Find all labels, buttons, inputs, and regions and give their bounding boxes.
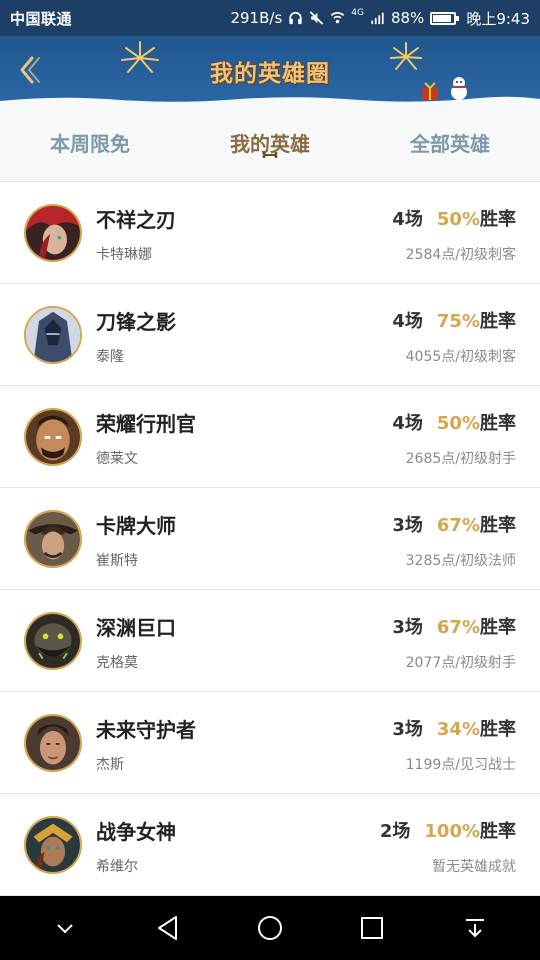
hero-rank: 暂无英雄成就 bbox=[432, 859, 516, 875]
hero-champion-name: 杰斯 bbox=[96, 757, 124, 773]
win-rate-value: 75% bbox=[436, 311, 480, 332]
hero-list: 不祥之刃 卡特琳娜 4场 50%胜率 2584点/初级刺客 刀锋之影 泰隆 4场 7… bbox=[0, 182, 540, 896]
win-rate-label: 胜率 bbox=[480, 821, 516, 842]
avatar bbox=[24, 306, 82, 364]
hero-champion-name: 泰隆 bbox=[96, 349, 124, 365]
status-bar: 中国联通 291B/s 4G 88% 晚上9:43 bbox=[0, 0, 540, 36]
tab-weekly-free[interactable]: 本周限免 bbox=[0, 104, 180, 181]
headphones-icon bbox=[289, 11, 302, 25]
network-type: 4G bbox=[351, 8, 364, 18]
network-speed: 291B/s bbox=[230, 9, 283, 27]
hero-stats: 4场 75%胜率 bbox=[392, 307, 516, 333]
hero-row-kogmaw[interactable]: 深渊巨口 克格莫 3场 67%胜率 2077点/初级射手 bbox=[0, 590, 540, 692]
avatar bbox=[24, 408, 82, 466]
recents-square-icon[interactable] bbox=[350, 906, 394, 950]
win-rate-value: 50% bbox=[436, 413, 480, 434]
tab-all-heroes[interactable]: 全部英雄 bbox=[360, 104, 540, 181]
hero-stats: 4场 50%胜率 bbox=[392, 205, 516, 231]
hero-rank: 3285点/初级法师 bbox=[405, 553, 516, 569]
hero-title: 不祥之刃 bbox=[96, 208, 176, 232]
sivir-portrait-icon bbox=[26, 818, 80, 872]
hero-champion-name: 克格莫 bbox=[96, 655, 138, 671]
tab-my-heroes[interactable]: 我的英雄 bbox=[180, 104, 360, 181]
hero-stats: 2场 100%胜率 bbox=[380, 817, 516, 843]
home-circle-icon[interactable] bbox=[248, 906, 292, 950]
games-count: 3场 bbox=[392, 515, 423, 536]
tab-label: 全部英雄 bbox=[410, 132, 490, 156]
hero-rank: 2077点/初级射手 bbox=[405, 655, 516, 671]
katarina-portrait-icon bbox=[26, 206, 80, 260]
hero-stats: 3场 67%胜率 bbox=[392, 511, 516, 537]
hero-row-talon[interactable]: 刀锋之影 泰隆 4场 75%胜率 4055点/初级刺客 bbox=[0, 284, 540, 386]
games-count: 4场 bbox=[392, 209, 423, 230]
talon-portrait-icon bbox=[26, 308, 80, 362]
avatar bbox=[24, 510, 82, 568]
app-header: 我的英雄圈 bbox=[0, 36, 540, 105]
clock: 晚上9:43 bbox=[466, 9, 530, 28]
hero-row-jayce[interactable]: 未来守护者 杰斯 3场 34%胜率 1199点/见习战士 bbox=[0, 692, 540, 794]
hero-title: 未来守护者 bbox=[96, 718, 196, 742]
hero-champion-name: 卡特琳娜 bbox=[96, 247, 152, 263]
twisted-fate-portrait-icon bbox=[26, 512, 80, 566]
games-count: 2场 bbox=[379, 821, 411, 842]
win-rate-label: 胜率 bbox=[480, 617, 516, 638]
win-rate-value: 100% bbox=[424, 821, 480, 842]
win-rate-label: 胜率 bbox=[480, 515, 516, 536]
system-nav-bar bbox=[0, 896, 540, 960]
back-triangle-icon[interactable] bbox=[146, 906, 190, 950]
wifi-icon bbox=[331, 12, 345, 24]
jayce-portrait-icon bbox=[26, 716, 80, 770]
notification-pull-icon[interactable] bbox=[453, 906, 497, 950]
hero-row-twisted-fate[interactable]: 卡牌大师 崔斯特 3场 67%胜率 3285点/初级法师 bbox=[0, 488, 540, 590]
games-count: 3场 bbox=[392, 719, 423, 740]
mute-icon bbox=[310, 11, 324, 25]
hero-rank: 4055点/初级刺客 bbox=[405, 349, 516, 365]
hero-row-katarina[interactable]: 不祥之刃 卡特琳娜 4场 50%胜率 2584点/初级刺客 bbox=[0, 182, 540, 284]
tab-bar: 本周限免 我的英雄 全部英雄 bbox=[0, 104, 540, 182]
win-rate-value: 50% bbox=[436, 209, 480, 230]
win-rate-value: 34% bbox=[436, 719, 480, 740]
hero-champion-name: 德莱文 bbox=[96, 451, 138, 467]
hero-row-sivir[interactable]: 战争女神 希维尔 2场 100%胜率 暂无英雄成就 bbox=[0, 794, 540, 896]
tab-label: 本周限免 bbox=[50, 132, 130, 156]
status-indicators: 291B/s 4G 88% 晚上9:43 bbox=[230, 8, 530, 29]
hero-stats: 3场 34%胜率 bbox=[392, 715, 516, 741]
avatar bbox=[24, 204, 82, 262]
games-count: 4场 bbox=[392, 413, 423, 434]
hero-champion-name: 希维尔 bbox=[96, 859, 138, 875]
kogmaw-portrait-icon bbox=[26, 614, 80, 668]
hero-rank: 2685点/初级射手 bbox=[405, 451, 516, 467]
avatar bbox=[24, 714, 82, 772]
avatar bbox=[24, 816, 82, 874]
hero-title: 荣耀行刑官 bbox=[96, 412, 196, 436]
avatar bbox=[24, 612, 82, 670]
bone-indicator-icon bbox=[262, 152, 278, 158]
hero-stats: 3场 67%胜率 bbox=[392, 613, 516, 639]
win-rate-label: 胜率 bbox=[480, 311, 516, 332]
hero-title: 刀锋之影 bbox=[96, 310, 176, 334]
hero-champion-name: 崔斯特 bbox=[96, 553, 138, 569]
hero-title: 深渊巨口 bbox=[96, 616, 176, 640]
win-rate-value: 67% bbox=[436, 617, 480, 638]
games-count: 4场 bbox=[392, 311, 423, 332]
hero-title: 卡牌大师 bbox=[96, 514, 176, 538]
battery-icon bbox=[430, 11, 460, 25]
games-count: 3场 bbox=[392, 617, 423, 638]
hero-rank: 2584点/初级刺客 bbox=[405, 247, 516, 263]
hero-row-draven[interactable]: 荣耀行刑官 德莱文 4场 50%胜率 2685点/初级射手 bbox=[0, 386, 540, 488]
carrier-label: 中国联通 bbox=[10, 9, 73, 28]
hero-rank: 1199点/见习战士 bbox=[405, 757, 516, 773]
win-rate-label: 胜率 bbox=[480, 719, 516, 740]
chevron-down-icon[interactable] bbox=[43, 906, 87, 950]
hero-stats: 4场 50%胜率 bbox=[392, 409, 516, 435]
win-rate-value: 67% bbox=[436, 515, 480, 536]
signal-icon bbox=[371, 12, 384, 25]
win-rate-label: 胜率 bbox=[480, 209, 516, 230]
win-rate-label: 胜率 bbox=[480, 413, 516, 434]
hero-title: 战争女神 bbox=[96, 820, 176, 844]
battery-percent: 88% bbox=[390, 9, 425, 27]
draven-portrait-icon bbox=[26, 410, 80, 464]
